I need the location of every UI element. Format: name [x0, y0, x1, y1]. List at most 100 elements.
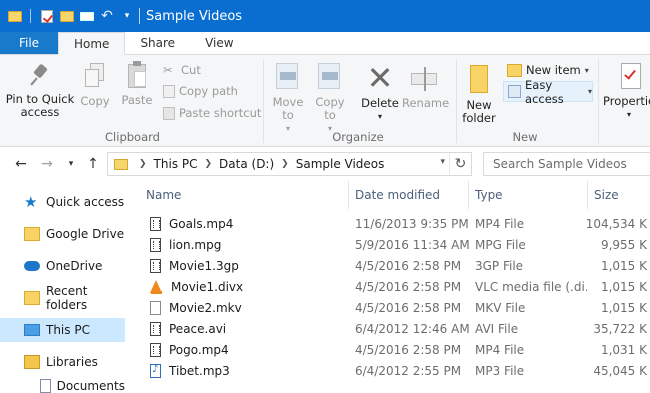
file-type: MP4 File	[475, 217, 525, 231]
new-folder-button[interactable]: New folder	[459, 61, 499, 125]
breadcrumb-sample-videos[interactable]: Sample Videos	[296, 157, 385, 171]
paste-shortcut-label: Paste shortcut	[179, 106, 262, 120]
navigation-pane: ★ Quick access Google Drive OneDrive Rec…	[0, 181, 127, 393]
new-item-caret-icon: ▾	[584, 65, 589, 75]
copy-label: Copy	[80, 94, 110, 108]
paste-button[interactable]: Paste	[118, 61, 156, 107]
address-bar[interactable]: ❯ This PC ❯ Data (D:) ❯ Sample Videos ▾ …	[107, 152, 472, 176]
table-row[interactable]: lion.mpg 5/9/2016 11:34 AM MPG File 9,955 K	[143, 235, 650, 256]
forward-arrow-icon[interactable]: →	[38, 156, 56, 172]
file-name-cell[interactable]: lion.mpg	[150, 238, 340, 252]
ribbon-group-divider	[456, 59, 457, 143]
paste-shortcut-icon	[163, 106, 175, 120]
delete-caret-icon: ▾	[377, 112, 382, 121]
properties-label: Properties	[603, 94, 650, 108]
delete-button[interactable]: ✕ Delete ▾	[359, 59, 401, 123]
new-item-button[interactable]: New item ▾	[503, 61, 589, 79]
file-date-modified: 6/4/2012 2:55 PM	[355, 364, 462, 378]
column-header-size[interactable]: Size	[587, 181, 650, 209]
file-name-cell[interactable]: Movie2.mkv	[150, 301, 340, 315]
file-name-cell[interactable]: Pogo.mp4	[150, 343, 340, 357]
tab-view[interactable]: View	[190, 32, 248, 54]
table-row[interactable]: Tibet.mp3 6/4/2012 2:55 PM MP3 File 45,045 …	[143, 361, 650, 382]
nav-item-this-pc[interactable]: This PC	[0, 318, 125, 342]
ribbon-group-divider	[263, 59, 264, 143]
table-row[interactable]: Movie1.divx 4/5/2016 2:58 PM VLC media fil…	[143, 277, 650, 298]
cut-button[interactable]: ✂ Cut	[163, 63, 201, 77]
tab-share[interactable]: Share	[125, 32, 190, 54]
file-name-cell[interactable]: Movie1.3gp	[150, 259, 340, 273]
nav-item-onedrive[interactable]: OneDrive	[0, 254, 125, 278]
computer-icon	[24, 324, 40, 336]
table-row[interactable]: Peace.avi 6/4/2012 12:46 AM AVI File 35,722…	[143, 319, 650, 340]
properties-qat-button[interactable]	[39, 8, 55, 24]
easy-access-caret-icon: ▾	[587, 87, 592, 96]
folder-icon	[8, 10, 22, 22]
breadcrumb-this-pc[interactable]: This PC	[154, 157, 198, 171]
file-name: Goals.mp4	[169, 217, 234, 231]
new-folder-qat-button[interactable]	[59, 8, 75, 24]
nav-item-recent-folders[interactable]: Recent folders	[0, 284, 125, 312]
refresh-icon[interactable]: ↻	[449, 153, 471, 175]
video-file-icon	[150, 322, 161, 336]
copy-button[interactable]: Copy	[78, 63, 112, 108]
search-input[interactable]: Search Sample Videos	[483, 152, 650, 176]
breadcrumb-separator-icon[interactable]: ❯	[205, 159, 213, 169]
file-name-cell[interactable]: Peace.avi	[150, 322, 340, 336]
file-date-modified: 5/9/2016 11:34 AM	[355, 238, 470, 252]
new-folder-label: New folder	[462, 98, 496, 125]
nav-item-quick-access[interactable]: ★ Quick access	[0, 190, 125, 214]
nav-item-google-drive[interactable]: Google Drive	[0, 222, 125, 246]
tab-file[interactable]: File	[0, 32, 58, 54]
tab-home[interactable]: Home	[58, 32, 126, 55]
document-icon	[40, 379, 51, 393]
delete-x-icon: ✕	[366, 59, 394, 97]
paste-shortcut-button[interactable]: Paste shortcut	[163, 106, 261, 120]
customize-qat-button[interactable]: ▾	[119, 8, 135, 24]
pin-to-quick-access-button[interactable]: Pin to Quick access	[2, 65, 78, 119]
breadcrumb-data-drive[interactable]: Data (D:)	[219, 157, 274, 171]
easy-access-icon	[508, 85, 522, 98]
rename-button[interactable]: Rename	[402, 63, 450, 110]
easy-access-button[interactable]: Easy access ▾	[503, 78, 593, 106]
breadcrumb-separator-icon[interactable]: ❯	[139, 159, 147, 169]
copy-to-button[interactable]: Copy to ▾	[310, 61, 350, 135]
file-name: Pogo.mp4	[169, 343, 229, 357]
column-header-name[interactable]: Name	[139, 181, 349, 209]
back-arrow-icon[interactable]: ←	[12, 156, 30, 172]
copy-path-button[interactable]: Copy path	[163, 84, 238, 98]
file-name-cell[interactable]: Movie1.divx	[150, 280, 340, 294]
rename-label: Rename	[402, 96, 450, 110]
video-file-icon	[150, 238, 161, 252]
nav-item-libraries[interactable]: Libraries	[0, 350, 125, 374]
column-header-date-modified[interactable]: Date modified	[348, 181, 468, 209]
rename-qat-button[interactable]	[79, 8, 95, 24]
column-header-type[interactable]: Type	[468, 181, 588, 209]
copy-path-icon	[163, 84, 175, 98]
easy-access-label: Easy access	[525, 77, 564, 106]
recent-locations-chevron-icon[interactable]: ▾	[62, 159, 80, 169]
breadcrumb-separator-icon[interactable]: ❯	[281, 159, 289, 169]
file-size: 35,722 K	[593, 322, 647, 336]
table-row[interactable]: Goals.mp4 11/6/2013 9:35 PM MP4 File 104,53…	[143, 214, 650, 235]
nav-item-documents[interactable]: Documents	[0, 374, 125, 393]
move-to-button[interactable]: Move to ▾	[268, 61, 308, 135]
rename-icon	[409, 63, 441, 93]
undo-qat-button[interactable]: ↶	[99, 8, 115, 24]
new-group-label: New	[512, 130, 538, 144]
up-arrow-icon[interactable]: ↑	[84, 156, 102, 172]
table-row[interactable]: Movie1.3gp 4/5/2016 2:58 PM 3GP File 1,015 …	[143, 256, 650, 277]
clipboard-group-label: Clipboard	[105, 130, 160, 144]
file-name-cell[interactable]: Tibet.mp3	[150, 364, 340, 378]
table-row[interactable]: Movie2.mkv 4/5/2016 2:58 PM MKV File 1,015 …	[143, 298, 650, 319]
table-row[interactable]: Pogo.mp4 4/5/2016 2:58 PM MP4 File 1,031 K	[143, 340, 650, 361]
file-size: 9,955 K	[600, 238, 647, 252]
nav-item-label: Google Drive	[46, 227, 125, 241]
new-item-icon	[507, 63, 522, 77]
properties-button[interactable]: Properties ▾	[603, 63, 650, 121]
file-name-cell[interactable]: Goals.mp4	[150, 217, 340, 231]
paste-icon	[126, 61, 148, 91]
copy-path-label: Copy path	[179, 84, 238, 98]
address-dropdown-icon[interactable]: ▾	[440, 157, 445, 167]
quick-access-toolbar: ↶ ▾	[0, 8, 135, 24]
